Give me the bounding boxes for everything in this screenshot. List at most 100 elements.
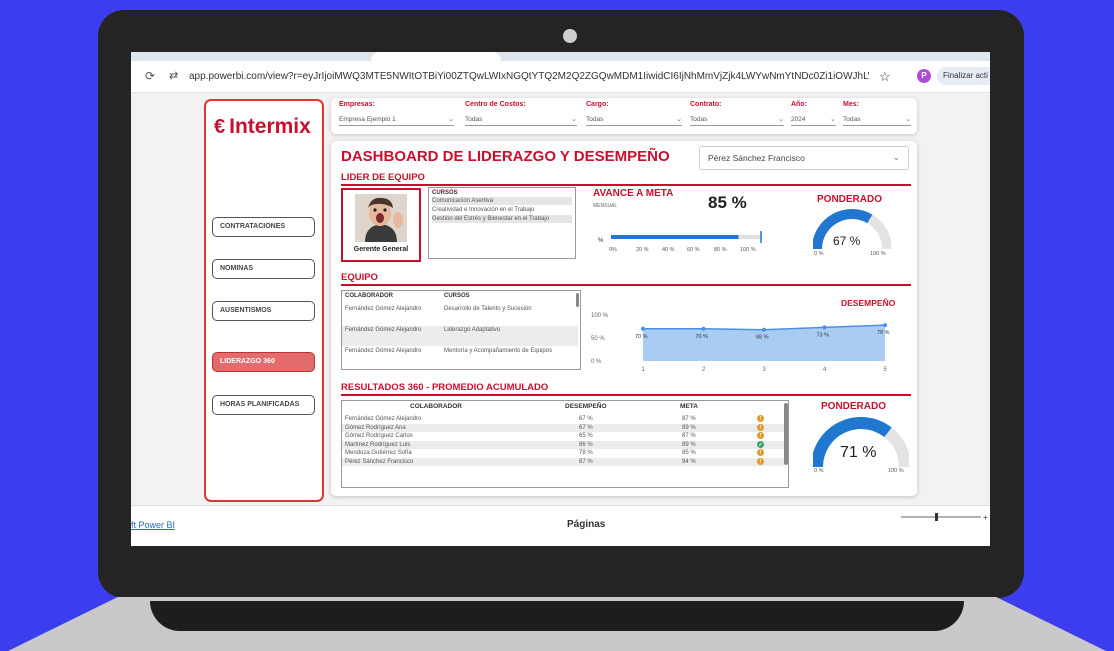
column-header: META bbox=[680, 403, 698, 410]
y-tick-label: 50 % bbox=[591, 336, 605, 342]
svg-text:+: + bbox=[983, 513, 988, 522]
x-tick-label: 2 bbox=[702, 367, 706, 373]
data-point bbox=[762, 327, 766, 332]
filter-contrato[interactable]: Contrato: Todas ⌄ bbox=[690, 101, 784, 126]
dashboard-panel: DASHBOARD DE LIDERAZGO Y DESEMPEÑO Pérez… bbox=[331, 141, 917, 496]
avance-tick: 20 % bbox=[636, 247, 649, 253]
laptop-screen: ⟳ ⇄ app.powerbi.com/view?r=eyJrIjoiMWQ3M… bbox=[131, 52, 990, 546]
column-header: CURSOS bbox=[432, 190, 458, 196]
ponderado-value-bottom: 71 % bbox=[840, 444, 877, 461]
chevron-down-icon: ⌄ bbox=[830, 116, 836, 123]
table-cell: Mendoza Gutiérrez Sofía bbox=[345, 450, 412, 457]
filter-empresas[interactable]: Empresas: Empresa Ejemplo 1 ⌄ bbox=[339, 101, 454, 126]
nav-ausentismos[interactable]: AUSENTISMOS bbox=[212, 301, 315, 321]
browser-tab[interactable] bbox=[371, 52, 501, 61]
chart-title: DESEMPEÑO bbox=[841, 298, 896, 308]
nav-nominas[interactable]: NOMINAS bbox=[212, 259, 315, 279]
chevron-down-icon: ⌄ bbox=[571, 116, 577, 123]
table-row: Fernández Gómez Alejandro 67 % 87 %! bbox=[342, 415, 784, 423]
desempeno-area-chart: 100 % 50 % 0 % 70 % 1 70 % 2 68 % 3 73 % 4 78 % 5 bbox=[591, 313, 890, 373]
data-label: 70 % bbox=[696, 334, 709, 340]
leader-courses-table: CURSOS Comunicación Asertiva Creatividad… bbox=[428, 187, 576, 259]
ponderado-title: PONDERADO bbox=[817, 194, 883, 205]
avance-title: AVANCE A META bbox=[593, 188, 674, 199]
table-cell: Gómez Rodríguez Ana bbox=[345, 424, 406, 431]
table-cell: 86 % bbox=[579, 441, 593, 448]
section-leader: LIDER DE EQUIPO bbox=[341, 172, 425, 183]
finalize-button[interactable]: Finalizar acti bbox=[937, 67, 990, 85]
table-cell: 67 % bbox=[579, 416, 593, 422]
avance-tick: 0% bbox=[609, 247, 617, 253]
profile-avatar[interactable]: P bbox=[917, 69, 931, 83]
table-cell: Fernández Gómez Alejandro bbox=[345, 416, 422, 422]
table-row: Fernández Gómez Alejandro Desarrollo de T… bbox=[345, 306, 532, 312]
warning-status-icon: ! bbox=[757, 432, 764, 440]
table-cell: 85 % bbox=[682, 450, 696, 457]
data-point bbox=[641, 326, 645, 331]
nav-liderazgo-360[interactable]: LIDERAZGO 360 bbox=[212, 352, 315, 372]
check-status-icon: ✓ bbox=[757, 440, 764, 448]
avance-bullet-chart bbox=[611, 231, 762, 243]
table-cell: 87 % bbox=[682, 416, 696, 422]
browser-tab-strip bbox=[131, 52, 990, 61]
avance-subtitle: MENSUAL bbox=[593, 203, 618, 209]
list-item: Gestión del Estrés y Bienestar en el Tra… bbox=[432, 215, 572, 223]
url-text[interactable]: app.powerbi.com/view?r=eyJrIjoiMWQ3MTE5N… bbox=[189, 71, 869, 82]
warning-status-icon: ! bbox=[757, 449, 764, 457]
person-selector[interactable]: Pérez Sánchez Francisco ⌄ bbox=[699, 146, 909, 170]
warning-status-icon: ! bbox=[757, 458, 764, 465]
leader-photo bbox=[355, 194, 407, 242]
table-row: Mendoza Gutiérrez Sofía 78 % 85 %! bbox=[342, 449, 784, 457]
section-team: EQUIPO bbox=[341, 272, 378, 283]
pages-button[interactable]: Páginas bbox=[567, 519, 605, 530]
data-point bbox=[883, 323, 887, 328]
warning-status-icon: ! bbox=[757, 415, 764, 422]
table-row: Fernández Gómez Alejandro Liderazgo Adapt… bbox=[342, 326, 578, 346]
avance-fill bbox=[611, 235, 739, 239]
filter-bar: Empresas: Empresa Ejemplo 1 ⌄ Centro de C… bbox=[331, 98, 917, 134]
nav-horas-planificadas[interactable]: HORAS PLANIFICADAS bbox=[212, 395, 315, 415]
team-table-header: COLABORADOR CURSOS bbox=[342, 291, 578, 302]
filter-cargo[interactable]: Cargo: Todas ⌄ bbox=[586, 101, 682, 126]
reload-icon[interactable]: ⟳ bbox=[145, 69, 155, 83]
chevron-down-icon: ⌄ bbox=[778, 116, 784, 123]
table-row: Gómez Rodríguez Ana 67 % 89 %! bbox=[342, 423, 784, 432]
data-point bbox=[822, 325, 827, 330]
y-tick-label: 0 % bbox=[591, 359, 602, 365]
scrollbar-thumb[interactable] bbox=[784, 403, 788, 465]
table-row: Martínez Rodríguez Luis 86 % 89 % ✓ bbox=[342, 440, 784, 449]
gauge-max-label: 100 % bbox=[888, 468, 904, 474]
intermix-logo: € Intermix bbox=[214, 115, 311, 138]
x-tick-label: 1 bbox=[642, 367, 646, 373]
site-info-icon[interactable]: ⇄ bbox=[169, 69, 178, 82]
powerbi-footer: ft Power BI Páginas + bbox=[131, 505, 990, 546]
ponderado-value: 67 % bbox=[833, 234, 861, 248]
table-cell: Gómez Rodríguez Carlos bbox=[345, 433, 413, 440]
table-cell: 87 % bbox=[579, 459, 593, 465]
gauge-min-label: 0 % bbox=[814, 468, 824, 474]
nav-contrataciones[interactable]: CONTRATACIONES bbox=[212, 217, 315, 237]
list-item: Comunicación Asertiva bbox=[432, 197, 572, 205]
table-cell: Pérez Sánchez Francisco bbox=[345, 459, 414, 465]
filter-anio[interactable]: Año: 2024 ⌄ bbox=[791, 101, 836, 126]
zoom-slider[interactable]: + bbox=[899, 512, 989, 522]
leader-role: Gerente General bbox=[353, 246, 409, 253]
gauge-max-label: 100 % bbox=[870, 251, 886, 257]
filter-mes[interactable]: Mes: Todas ⌄ bbox=[843, 101, 911, 126]
data-label: 68 % bbox=[756, 335, 769, 341]
star-icon[interactable]: ☆ bbox=[879, 69, 891, 85]
column-header: COLABORADOR bbox=[345, 293, 393, 299]
chevron-down-icon: ⌄ bbox=[892, 152, 900, 162]
scrollbar-thumb[interactable] bbox=[576, 293, 579, 307]
ponderado-title-bottom: PONDERADO bbox=[821, 401, 887, 412]
warning-status-icon: ! bbox=[757, 423, 764, 431]
data-point bbox=[701, 326, 706, 331]
filter-centro-costos[interactable]: Centro de Costos: Todas ⌄ bbox=[465, 101, 577, 126]
table-cell: Martínez Rodríguez Luis bbox=[345, 441, 411, 448]
avance-axis-symbol: % bbox=[598, 238, 604, 244]
chevron-down-icon: ⌄ bbox=[905, 116, 911, 123]
avance-tick: 60 % bbox=[687, 247, 700, 253]
table-cell: 67 % bbox=[579, 424, 593, 431]
powerbi-link[interactable]: ft Power BI bbox=[131, 520, 175, 530]
team-table: COLABORADOR CURSOS Fernández Gómez Aleja… bbox=[341, 290, 581, 370]
